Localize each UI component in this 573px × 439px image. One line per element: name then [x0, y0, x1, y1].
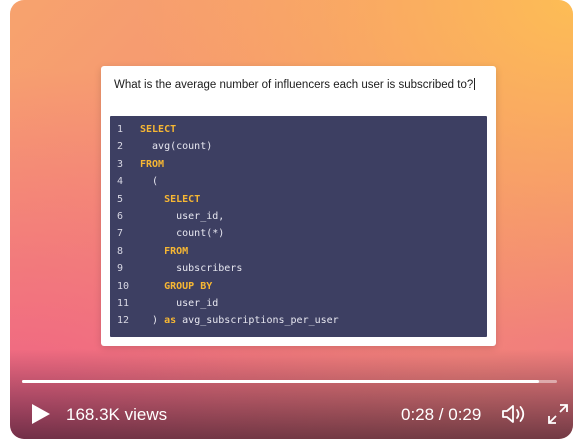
code-line: 11 user_id	[110, 295, 487, 312]
code-text: SELECT	[140, 191, 200, 208]
code-text: FROM	[140, 156, 164, 173]
sql-code-block: 1 SELECT 2 avg(count) 3 FROM 4 (5 SELECT 6 use…	[110, 116, 487, 337]
code-line: 12 ) as avg_subscriptions_per_user	[110, 312, 487, 329]
code-token: (	[140, 176, 159, 188]
code-text: count(*)	[140, 225, 224, 242]
progress-fill	[22, 380, 539, 383]
line-number: 7	[117, 228, 124, 240]
question-card: What is the average number of influencer…	[101, 66, 496, 346]
code-token: subscribers	[140, 263, 243, 275]
code-line: 1 SELECT	[110, 121, 487, 138]
line-number: 8	[117, 245, 124, 257]
progress-bar[interactable]	[22, 380, 557, 383]
line-number: 1	[117, 124, 124, 135]
code-token: )	[140, 315, 165, 327]
code-token: avg(count)	[140, 141, 213, 153]
code-line: 3 FROM	[110, 156, 487, 173]
code-line: 7 count(*)	[110, 225, 487, 242]
line-number: 4	[117, 176, 124, 188]
sql-keyword: FROM	[164, 245, 189, 257]
code-line: 10 GROUP BY	[110, 278, 487, 295]
code-token: avg_subscriptions_per_user	[176, 315, 339, 327]
code-line: 4 (	[110, 173, 487, 190]
volume-button[interactable]	[500, 402, 528, 426]
code-line: 6 user_id,	[110, 208, 487, 225]
tweet-media-frame: What is the average number of influencer…	[0, 0, 573, 439]
sql-keyword: GROUP BY	[164, 280, 213, 292]
line-number: 11	[117, 298, 130, 309]
code-token: user_id	[140, 298, 219, 309]
code-text: ) as avg_subscriptions_per_user	[140, 312, 339, 329]
code-line: 5 SELECT	[110, 191, 487, 208]
line-number: 3	[117, 158, 124, 170]
code-line: 2 avg(count)	[110, 138, 487, 155]
code-text: user_id	[140, 295, 218, 312]
code-text: (	[140, 173, 158, 190]
play-icon	[32, 404, 50, 424]
volume-icon	[502, 405, 525, 423]
code-token: user_id,	[140, 211, 225, 222]
question-text: What is the average number of influencer…	[114, 78, 489, 92]
time-display: 0:28 / 0:29	[401, 405, 482, 424]
code-text: GROUP BY	[140, 278, 212, 295]
line-number: 2	[117, 141, 124, 153]
line-number: 9	[117, 263, 124, 275]
fullscreen-icon	[548, 404, 568, 424]
line-number: 12	[117, 315, 130, 327]
view-count: 168.3K views	[66, 405, 168, 424]
controls-gradient	[10, 349, 573, 439]
code-token: count(*)	[140, 228, 225, 240]
sql-keyword: SELECT	[164, 193, 201, 205]
play-button[interactable]	[30, 402, 52, 426]
code-text: avg(count)	[140, 138, 212, 155]
code-text: user_id,	[140, 208, 224, 225]
text-cursor	[474, 78, 476, 90]
code-text: subscribers	[140, 260, 242, 277]
video-player[interactable]: What is the average number of influencer…	[10, 0, 573, 439]
line-number: 6	[117, 211, 124, 222]
line-number: 10	[117, 280, 130, 292]
sql-keyword: SELECT	[140, 124, 177, 135]
question-label: What is the average number of influencer…	[114, 79, 474, 91]
code-text: FROM	[140, 243, 188, 260]
sql-keyword: as	[164, 315, 177, 327]
fullscreen-button[interactable]	[546, 402, 570, 426]
code-line: 9 subscribers	[110, 260, 487, 277]
sql-keyword: FROM	[140, 158, 165, 170]
line-number: 5	[117, 193, 124, 205]
code-line: 8 FROM	[110, 243, 487, 260]
code-text: SELECT	[140, 121, 176, 138]
